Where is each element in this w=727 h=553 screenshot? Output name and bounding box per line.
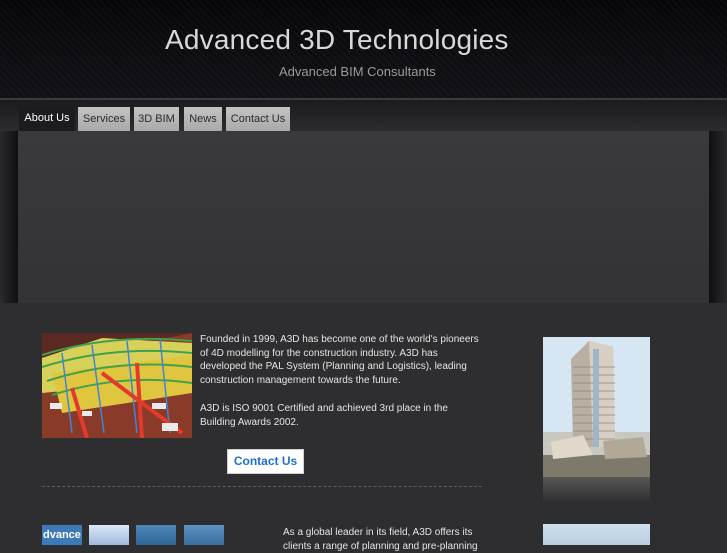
thumbnail-image-4[interactable] xyxy=(184,525,224,545)
thumbnail-label: dvance xyxy=(43,529,81,541)
banner-left-edge xyxy=(0,131,18,303)
site-subtitle: Advanced BIM Consultants xyxy=(279,64,436,79)
thumbnail-image-3[interactable] xyxy=(136,525,176,545)
building-image-reflection xyxy=(543,477,650,503)
thumbnail-image-2[interactable] xyxy=(89,525,129,545)
tower-building-image xyxy=(543,337,650,477)
contact-us-button[interactable]: Contact Us xyxy=(228,450,303,473)
banner-right-edge xyxy=(709,131,727,303)
section-divider xyxy=(42,486,482,487)
nav-item-about-us[interactable]: About Us xyxy=(19,106,75,131)
global-leader-paragraph: As a global leader in its field, A3D off… xyxy=(283,527,478,552)
nav-item-news[interactable]: News xyxy=(184,107,222,131)
construction-model-image xyxy=(42,333,192,438)
nav-item-3d-bim[interactable]: 3D BIM xyxy=(134,107,179,131)
nav-item-services[interactable]: Services xyxy=(78,107,130,131)
main-navigation: About Us Services 3D BIM News Contact Us xyxy=(0,100,727,131)
intro-paragraph: Founded in 1999, A3D has become one of t… xyxy=(200,334,479,386)
certification-paragraph: A3D is ISO 9001 Certified and achieved 3… xyxy=(200,403,448,428)
nav-item-contact-us[interactable]: Contact Us xyxy=(226,107,290,131)
site-header: Advanced 3D Technologies Advanced BIM Co… xyxy=(0,0,727,100)
site-title[interactable]: Advanced 3D Technologies xyxy=(165,24,509,56)
thumbnail-image-1[interactable]: dvance xyxy=(42,525,82,545)
banner-area xyxy=(18,131,709,303)
lower-right-image xyxy=(543,524,650,545)
